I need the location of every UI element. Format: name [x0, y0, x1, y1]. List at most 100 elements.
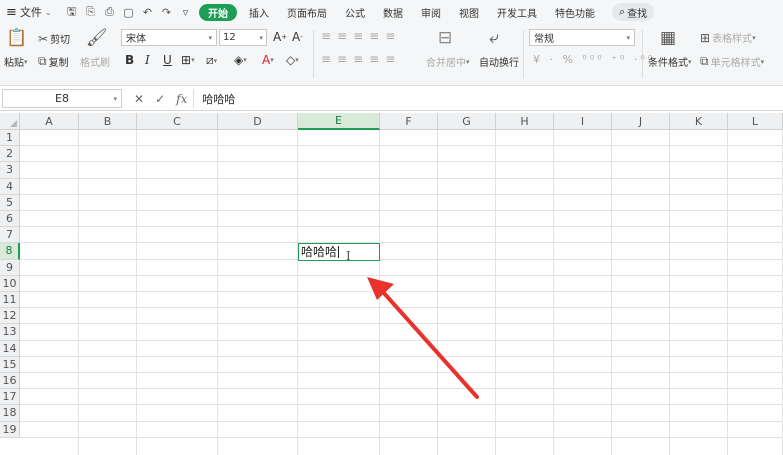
column-header-k[interactable]: K	[670, 113, 728, 130]
row-header-17[interactable]: 17	[0, 389, 20, 406]
column-header-i[interactable]: I	[554, 113, 612, 130]
formula-input[interactable]: 哈哈哈	[193, 89, 783, 108]
grid-line	[379, 130, 380, 455]
conditional-format-button[interactable]: 条件格式 ▾	[648, 54, 692, 70]
row-header-18[interactable]: 18	[0, 405, 20, 422]
column-header-d[interactable]: D	[218, 113, 298, 130]
row-header-4[interactable]: 4	[0, 178, 20, 195]
scissors-icon: ✂	[38, 31, 49, 46]
column-header-b[interactable]: B	[79, 113, 137, 130]
column-header-a[interactable]: A	[20, 113, 79, 130]
font-size-select[interactable]: 12 ▾	[219, 29, 267, 46]
tab-formulas[interactable]: 公式	[336, 2, 374, 22]
row-header-10[interactable]: 10	[0, 275, 20, 292]
underline-icon[interactable]: U	[163, 53, 172, 67]
undo-icon[interactable]: ↶	[138, 3, 157, 21]
row-header-6[interactable]: 6	[0, 211, 20, 228]
wrap-text-button[interactable]: 自动换行	[479, 54, 519, 69]
number-format-select[interactable]: 常规 ▾	[529, 29, 635, 46]
name-box[interactable]: E8 ▾	[2, 89, 122, 108]
tab-insert[interactable]: 插入	[240, 2, 278, 22]
cut-label: 剪切	[50, 35, 71, 46]
format-painter-icon[interactable]: 🖌	[86, 28, 108, 48]
cell-style-button[interactable]: ⧉ 单元格样式 ▾	[700, 54, 764, 69]
grid-line	[297, 130, 298, 455]
row-header-7[interactable]: 7	[0, 227, 20, 244]
cancel-icon[interactable]: ✕	[134, 92, 144, 106]
format-painter-button[interactable]: 格式刷	[80, 54, 110, 69]
conditional-format-icon[interactable]: ▦	[660, 28, 676, 48]
menu-bar: ≡ 文件 ⌄ 🖫 ⎘ ⎙ ▢ ↶ ↷ ▿ 开始 插入 页面布局 公式 数据 审阅…	[0, 0, 783, 24]
number-format-buttons[interactable]: ¥ · % ⁰⁰⁰ ⁺⁰ ·⁰⁰	[533, 53, 655, 66]
cell-style-icon: ⧉	[700, 54, 709, 68]
column-header-c[interactable]: C	[137, 113, 218, 130]
merge-center-button[interactable]: 合并居中 ▾	[426, 54, 470, 70]
tab-home[interactable]: 开始	[199, 3, 237, 21]
row-header-16[interactable]: 16	[0, 373, 20, 390]
merge-center-icon[interactable]: ⊟	[438, 28, 452, 48]
search-button[interactable]: ⌕ 查找	[612, 3, 655, 21]
decrease-font-icon[interactable]: A-	[292, 30, 303, 44]
row-header-3[interactable]: 3	[0, 162, 20, 179]
tab-page-layout[interactable]: 页面布局	[278, 2, 336, 22]
horizontal-align-icons[interactable]: ≡≡≡≡≡	[321, 52, 401, 66]
vertical-align-icons[interactable]: ≡≡≡≡≡	[321, 29, 401, 43]
row-header-9[interactable]: 9	[0, 259, 20, 276]
active-cell[interactable]: 哈哈哈	[298, 243, 380, 261]
paste-icon[interactable]: 📋	[6, 28, 27, 48]
print-icon[interactable]: ⎙	[100, 3, 119, 21]
grid-line	[611, 130, 612, 455]
clear-format-icon[interactable]: ◇ ▾	[286, 53, 299, 67]
spreadsheet-grid[interactable]: A B C D E F G H I J K L 1 2 3 4 5 6 7 8 9 10 11 12 13 14 15 16 17 18 1…	[0, 113, 783, 455]
fill-color-icon[interactable]: ◈ ▾	[234, 53, 247, 67]
row-header-15[interactable]: 15	[0, 356, 20, 373]
row-header-8[interactable]: 8	[0, 243, 20, 260]
tab-data[interactable]: 数据	[374, 2, 412, 22]
bold-icon[interactable]: B	[125, 53, 134, 67]
increase-font-icon[interactable]: A +	[273, 30, 287, 44]
grid-line	[20, 242, 783, 244]
ibeam-cursor-icon: I	[346, 249, 351, 264]
row-header-13[interactable]: 13	[0, 324, 20, 341]
select-all-corner[interactable]	[0, 113, 20, 130]
border-icon[interactable]: ⊞ ▾	[181, 53, 195, 67]
paste-button[interactable]: 粘贴 ▾	[4, 54, 28, 70]
print-preview-icon[interactable]: ▢	[119, 3, 138, 21]
tab-special-features[interactable]: 特色功能	[546, 2, 604, 22]
column-header-f[interactable]: F	[380, 113, 438, 130]
row-header-14[interactable]: 14	[0, 340, 20, 357]
tab-review[interactable]: 审阅	[412, 2, 450, 22]
row-header-2[interactable]: 2	[0, 146, 20, 163]
column-header-l[interactable]: L	[728, 113, 783, 130]
fill-effects-icon[interactable]: ⧄ ▾	[206, 53, 217, 68]
tab-developer[interactable]: 开发工具	[488, 2, 546, 22]
italic-icon[interactable]: I	[145, 53, 150, 67]
tab-view[interactable]: 视图	[450, 2, 488, 22]
customize-icon[interactable]: ▿	[176, 3, 195, 21]
column-header-g[interactable]: G	[438, 113, 496, 130]
file-menu[interactable]: ≡ 文件 ⌄	[0, 4, 62, 20]
row-header-1[interactable]: 1	[0, 130, 20, 147]
font-color-icon[interactable]: A ▾	[262, 53, 274, 67]
merge-center-label: 合并居中	[426, 58, 466, 69]
redo-icon[interactable]: ↷	[157, 3, 176, 21]
row-header-11[interactable]: 11	[0, 292, 20, 309]
column-header-h[interactable]: H	[496, 113, 554, 130]
function-icon[interactable]: fx	[176, 92, 187, 106]
column-header-j[interactable]: J	[612, 113, 670, 130]
table-style-button[interactable]: ⊞ 表格样式 ▾	[700, 30, 756, 46]
grid-line	[20, 161, 783, 163]
grid-line	[553, 130, 554, 455]
row-header-19[interactable]: 19	[0, 421, 20, 438]
cut-button[interactable]: ✂ 剪切	[38, 31, 71, 47]
clipboard-icon[interactable]: ⎘	[81, 3, 100, 21]
column-header-e[interactable]: E	[298, 113, 380, 130]
confirm-icon[interactable]: ✓	[155, 92, 165, 106]
row-header-12[interactable]: 12	[0, 308, 20, 325]
copy-button[interactable]: ⧉ 复制	[38, 54, 69, 69]
wrap-text-icon[interactable]: ⤶	[489, 28, 499, 48]
font-name-select[interactable]: 宋体 ▾	[121, 29, 217, 46]
save-icon[interactable]: 🖫	[62, 3, 81, 21]
grid-line	[136, 130, 137, 455]
row-header-5[interactable]: 5	[0, 194, 20, 211]
